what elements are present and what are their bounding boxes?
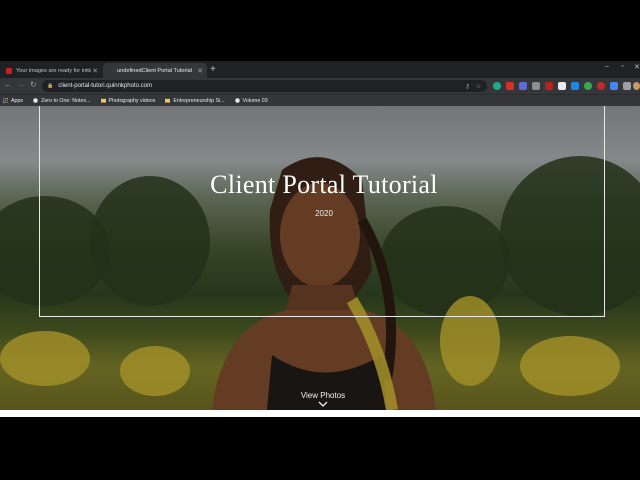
tab-images-ready[interactable]: Your images are ready for initial ✕ [2,63,102,78]
key-icon[interactable]: ⚷ [465,83,469,90]
view-photos-link[interactable]: View Photos [0,391,640,400]
minimize-window-icon[interactable]: – [605,63,609,70]
bookmark-zero-to-one[interactable]: Zero to One: Notes... [33,97,91,104]
forward-icon[interactable]: → [17,80,25,89]
bookmarks-bar: Apps Zero to One: Notes... Photography v… [0,94,640,106]
globe-icon [33,98,38,103]
bookmark-photography-videos[interactable]: Photography videos [100,97,156,104]
close-tab-icon[interactable]: ✕ [91,67,99,75]
tab-strip: Your images are ready for initial ✕ unde… [0,61,640,78]
bookmark-label: Volume 03 [242,97,268,104]
url-text: client-portal-tutori.quinnkphoto.com [58,83,152,89]
extension-icon[interactable] [532,82,540,90]
bookmark-entrepreneurship[interactable]: Entrepreneurship Si... [165,97,225,104]
bookmark-label: Zero to One: Notes... [41,97,91,104]
new-tab-button[interactable]: + [210,64,216,75]
apps-grid-icon [3,98,8,103]
extension-icon[interactable] [519,82,527,90]
close-tab-icon[interactable]: ✕ [196,67,204,75]
avatar[interactable] [633,82,640,90]
bookmark-label: Apps [11,97,24,104]
folder-icon [165,98,171,103]
mail-favicon-icon [6,67,12,74]
hero-banner: Client Portal Tutorial 2020 View Photos [0,106,640,410]
extension-icon[interactable] [571,82,579,90]
extension-icon[interactable] [597,82,605,90]
browser-window: Your images are ready for initial ✕ unde… [0,61,640,417]
chevron-down-icon[interactable] [318,400,328,408]
tab-client-portal[interactable]: undefinedClient Portal Tutorial ✕ [103,63,207,78]
puzzle-extensions-icon[interactable] [623,82,631,90]
extension-icon[interactable] [610,82,618,90]
tab-title: undefinedClient Portal Tutorial [117,67,192,74]
maximize-window-icon[interactable]: ▫ [621,63,623,70]
browser-toolbar: ← → ↻ 🔒 client-portal-tutori.quinnkphoto… [0,78,640,94]
bookmark-volume-03[interactable]: Volume 03 [234,97,268,104]
close-window-icon[interactable]: ✕ [634,63,640,71]
reload-icon[interactable]: ↻ [30,80,37,89]
bookmark-label: Photography videos [108,97,156,104]
address-bar[interactable]: 🔒 client-portal-tutori.quinnkphoto.com ⚷… [42,80,487,92]
page-title: Client Portal Tutorial [210,170,438,199]
lock-icon: 🔒 [47,83,54,89]
bookmark-label: Entrepreneurship Si... [173,97,225,104]
extension-icon[interactable] [493,82,501,90]
globe-icon [234,98,240,103]
bookmark-apps[interactable]: Apps [3,98,23,104]
bookmark-star-icon[interactable]: ☆ [476,83,481,90]
extension-icon[interactable] [584,82,592,90]
year-label: 2020 [315,209,333,218]
back-icon[interactable]: ← [4,80,12,89]
page-bottom-strip [0,410,640,417]
tab-title: Your images are ready for initial [16,67,91,74]
extension-icon[interactable] [506,82,514,90]
folder-icon [100,98,106,103]
extension-icon[interactable] [545,82,553,90]
extension-icon[interactable] [558,82,566,90]
